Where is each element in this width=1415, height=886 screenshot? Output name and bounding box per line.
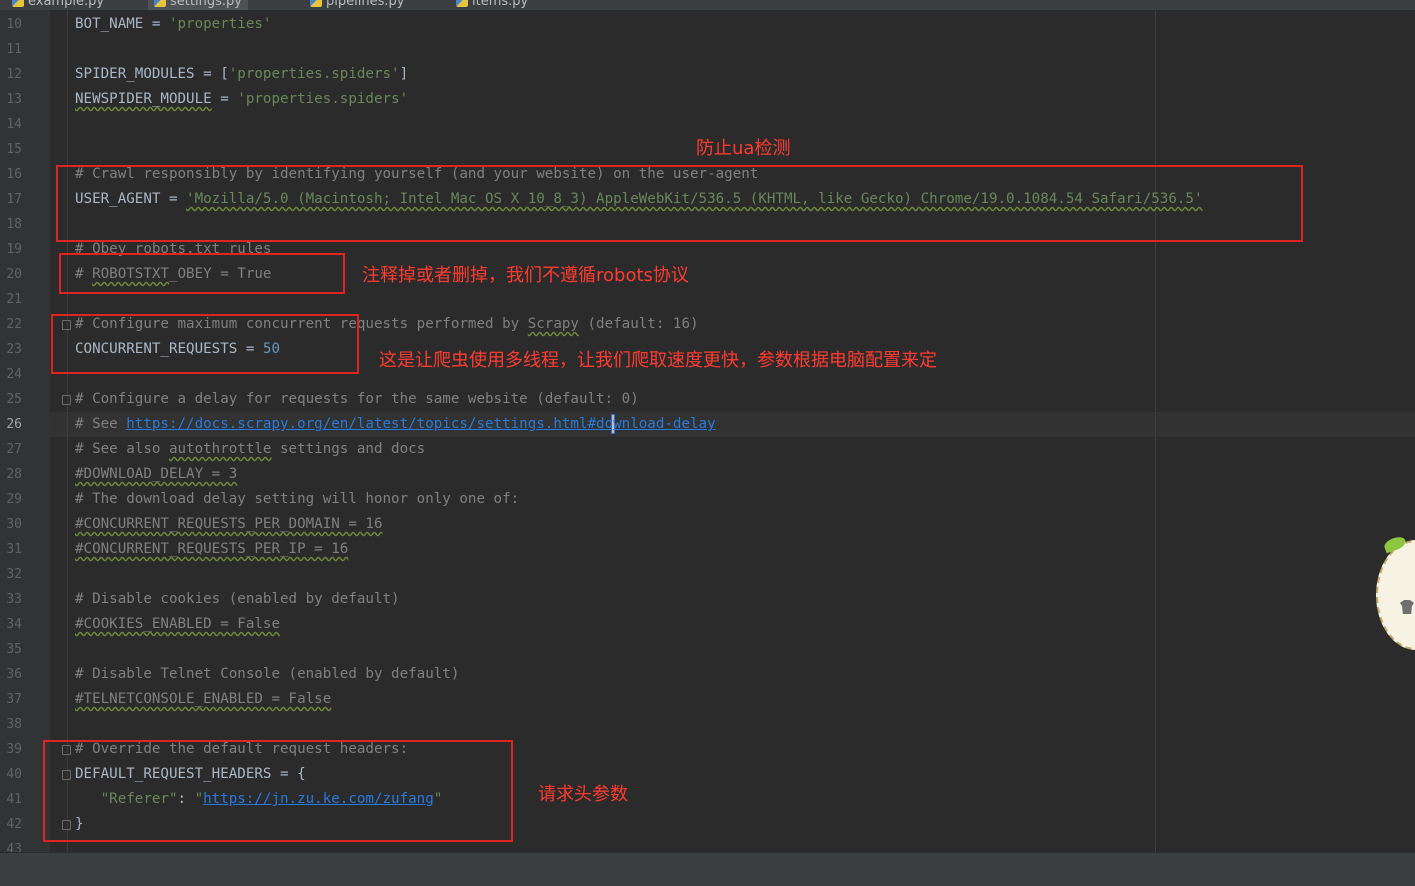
code-token: #DOWNLOAD_DELAY = 3 bbox=[75, 466, 238, 482]
code-line[interactable]: #COOKIES_ENABLED = False bbox=[75, 612, 280, 637]
shirt-icon bbox=[1400, 600, 1414, 614]
line-number: 38 bbox=[6, 717, 22, 732]
annotation-box-robotstxt bbox=[59, 253, 345, 294]
code-line[interactable]: BOT_NAME = 'properties' bbox=[75, 12, 271, 37]
line-number: 12 bbox=[6, 67, 22, 82]
code-token: #COOKIES_ENABLED = False bbox=[75, 616, 280, 632]
code-line[interactable]: # Disable Telnet Console (enabled by def… bbox=[75, 662, 459, 687]
code-token: SPIDER_MODULES = [ bbox=[75, 66, 229, 82]
code-line[interactable]: # Disable cookies (enabled by default) bbox=[75, 587, 400, 612]
code-line[interactable]: # See https://docs.scrapy.org/en/latest/… bbox=[75, 412, 716, 437]
annotation-box-headers bbox=[43, 740, 513, 842]
code-line[interactable]: #CONCURRENT_REQUESTS_PER_IP = 16 bbox=[75, 537, 348, 562]
line-number: 32 bbox=[6, 567, 22, 582]
line-number: 37 bbox=[6, 692, 22, 707]
line-number: 21 bbox=[6, 292, 22, 307]
code-editor[interactable]: 10 BOT_NAME = 'properties' 11 12 SPIDER_MODU… bbox=[0, 0, 1415, 857]
line-number: 31 bbox=[6, 542, 22, 557]
line-number: 42 bbox=[6, 817, 22, 832]
line-number: 27 bbox=[6, 442, 22, 457]
code-token: #CONCURRENT_REQUESTS_PER_IP = 16 bbox=[75, 541, 349, 557]
code-token: BOT_NAME = bbox=[75, 16, 169, 32]
line-number: 17 bbox=[6, 192, 22, 207]
code-token: ] bbox=[399, 66, 409, 82]
code-token: 'properties.spiders' bbox=[228, 66, 400, 82]
fold-icon[interactable] bbox=[62, 395, 71, 405]
code-line[interactable]: SPIDER_MODULES = ['properties.spiders'] bbox=[75, 62, 408, 87]
annotation-headers: 请求头参数 bbox=[538, 784, 628, 805]
line-number: 15 bbox=[6, 142, 22, 157]
line-number: 14 bbox=[6, 117, 22, 132]
status-bar bbox=[0, 852, 1415, 886]
annotation-ua: 防止ua检测 bbox=[696, 138, 791, 159]
code-token: Scrapy bbox=[527, 316, 579, 332]
line-number: 11 bbox=[6, 42, 22, 57]
code-line[interactable]: # Configure a delay for requests for the… bbox=[75, 387, 639, 412]
code-token: = bbox=[211, 91, 238, 107]
code-token: autothrottle bbox=[168, 441, 272, 457]
code-token: # See bbox=[75, 416, 127, 432]
code-line[interactable]: #TELNETCONSOLE_ENABLED = False bbox=[75, 687, 331, 712]
code-token: (default: 16) bbox=[578, 316, 699, 332]
code-token: # Configure a delay for requests for the… bbox=[75, 391, 639, 407]
code-token: # The download delay setting will honor … bbox=[75, 491, 520, 507]
line-number: 18 bbox=[6, 217, 22, 232]
code-token: NEWSPIDER_MODULE bbox=[75, 91, 212, 107]
line-number: 24 bbox=[6, 367, 22, 382]
line-number: 25 bbox=[6, 392, 22, 407]
code-line[interactable]: # See also autothrottle settings and doc… bbox=[75, 437, 425, 462]
line-number: 30 bbox=[6, 517, 22, 532]
line-number: 29 bbox=[6, 492, 22, 507]
code-token: #TELNETCONSOLE_ENABLED = False bbox=[75, 691, 332, 707]
line-number: 16 bbox=[6, 167, 22, 182]
annotation-robots: 注释掉或者删掉，我们不遵循robots协议 bbox=[362, 265, 689, 286]
code-token: # Disable cookies (enabled by default) bbox=[75, 591, 400, 607]
code-token: # Disable Telnet Console (enabled by def… bbox=[75, 666, 460, 682]
line-number: 41 bbox=[6, 792, 22, 807]
line-number: 28 bbox=[6, 467, 22, 482]
code-token: #CONCURRENT_REQUESTS_PER_DOMAIN = 16 bbox=[75, 516, 383, 532]
line-number: 23 bbox=[6, 342, 22, 357]
line-number: 40 bbox=[6, 767, 22, 782]
code-token: # See also bbox=[75, 441, 169, 457]
annotation-box-concurrent bbox=[51, 314, 359, 374]
code-token: 'properties.spiders' bbox=[237, 91, 409, 107]
code-line[interactable]: #CONCURRENT_REQUESTS_PER_DOMAIN = 16 bbox=[75, 512, 383, 537]
line-number: 36 bbox=[6, 667, 22, 682]
annotation-box-user-agent bbox=[56, 165, 1303, 242]
code-link[interactable]: https://docs.scrapy.org/en/latest/topics… bbox=[126, 416, 613, 432]
line-number: 26 bbox=[6, 417, 22, 432]
line-number: 35 bbox=[6, 642, 22, 657]
code-token: settings and docs bbox=[271, 441, 426, 457]
code-line[interactable]: # The download delay setting will honor … bbox=[75, 487, 519, 512]
code-token: 'properties' bbox=[168, 16, 272, 32]
line-number: 34 bbox=[6, 617, 22, 632]
line-number: 22 bbox=[6, 317, 22, 332]
line-number: 20 bbox=[6, 267, 22, 282]
code-line[interactable]: NEWSPIDER_MODULE = 'properties.spiders' bbox=[75, 87, 408, 112]
code-link[interactable]: wnload-delay bbox=[613, 416, 716, 432]
line-number: 39 bbox=[6, 742, 22, 757]
line-number: 13 bbox=[6, 92, 22, 107]
code-line[interactable]: #DOWNLOAD_DELAY = 3 bbox=[75, 462, 237, 487]
line-number: 10 bbox=[6, 17, 22, 32]
line-number: 33 bbox=[6, 592, 22, 607]
line-number: 19 bbox=[6, 242, 22, 257]
annotation-concurrent: 这是让爬虫使用多线程，让我们爬取速度更快，参数根据电脑配置来定 bbox=[379, 350, 937, 371]
